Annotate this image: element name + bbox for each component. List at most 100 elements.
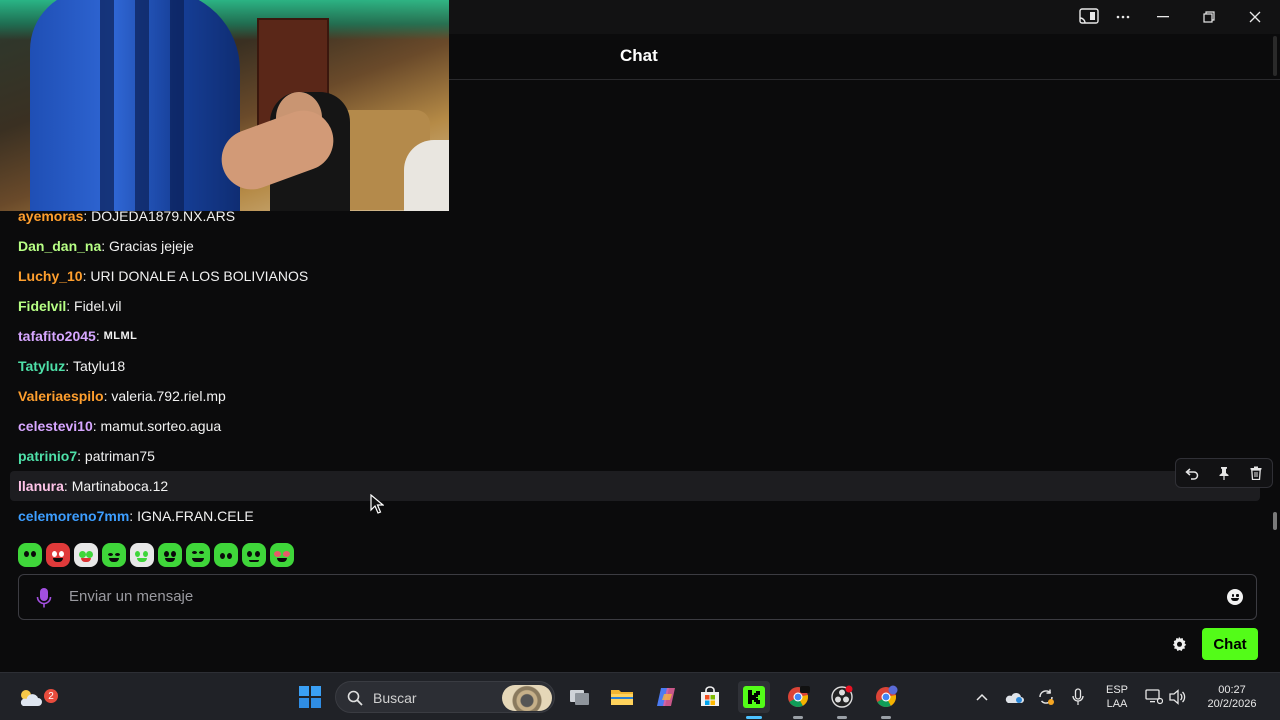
chat-username[interactable]: Luchy_10 <box>18 268 83 284</box>
windows-start-icon[interactable] <box>294 681 326 713</box>
search-placeholder: Buscar <box>373 690 417 706</box>
chat-username[interactable]: Tatyluz <box>18 358 65 374</box>
chat-message[interactable]: Luchy_10: URI DONALE A LOS BOLIVIANOS <box>10 261 1260 291</box>
chrome-icon[interactable] <box>782 681 814 719</box>
chat-input-box <box>18 574 1257 620</box>
chat-message[interactable]: tafafito2045: MLML <box>10 321 1260 351</box>
emote-6-icon[interactable] <box>158 543 182 567</box>
chat-separator: : <box>101 238 110 254</box>
close-icon[interactable] <box>1232 0 1278 34</box>
chat-username[interactable]: celemoreno7mm <box>18 508 129 524</box>
minimize-icon[interactable] <box>1140 0 1186 34</box>
chat-message[interactable]: Dan_dan_na: Gracias jejeje <box>10 231 1260 261</box>
kick-popout-chat-window: Chat ayemoras: DOJEDA1879.NX.ARS Dan_dan… <box>0 0 1280 720</box>
weather-widget-icon[interactable]: 2 <box>14 681 58 713</box>
task-view-icon[interactable] <box>564 681 596 713</box>
volume-icon[interactable] <box>1162 681 1194 713</box>
chat-scrollbar[interactable] <box>1273 512 1277 530</box>
input-language-indicator[interactable]: ESP LAA <box>1101 683 1133 711</box>
emote-10-icon[interactable] <box>270 543 294 567</box>
emote-9-icon[interactable] <box>242 543 266 567</box>
open-app-indicator <box>881 716 891 719</box>
emote-2-icon[interactable] <box>46 543 70 567</box>
chat-text: patriman75 <box>84 448 155 464</box>
emote-8-icon[interactable] <box>214 543 238 567</box>
clock-date: 20/2/2026 <box>1207 698 1257 710</box>
kick-app-icon[interactable] <box>738 681 770 719</box>
video-scene <box>170 0 184 211</box>
emote-4-icon[interactable] <box>102 543 126 567</box>
show-hidden-icons-chevron-icon[interactable] <box>966 681 998 713</box>
clock[interactable]: 00:27 20/2/2026 <box>1196 683 1268 711</box>
chat-separator: : <box>103 388 112 404</box>
chat-text: URI DONALE A LOS BOLIVIANOS <box>90 268 309 284</box>
emote-5-icon[interactable] <box>130 543 154 567</box>
search-highlight-image <box>502 685 552 711</box>
chat-title: Chat <box>620 46 658 65</box>
open-app-indicator <box>793 716 803 719</box>
chat-message[interactable]: Tatyluz: Tatylu18 <box>10 351 1260 381</box>
message-input[interactable] <box>69 575 1209 618</box>
emote-1-icon[interactable] <box>18 543 42 567</box>
chat-text: Tatylu18 <box>72 358 126 374</box>
chat-message[interactable]: celemoreno7mm: IGNA.FRAN.CELE <box>10 501 1260 531</box>
onedrive-icon[interactable] <box>998 681 1030 713</box>
chat-text: valeria.792.riel.mp <box>111 388 226 404</box>
active-app-indicator <box>746 716 762 719</box>
stream-video-thumbnail[interactable] <box>0 0 449 211</box>
mouse-cursor-icon <box>370 494 384 514</box>
pin-icon[interactable] <box>1212 461 1236 485</box>
chat-message[interactable]: Valeriaespilo: valeria.792.riel.mp <box>10 381 1260 411</box>
chat-username[interactable]: Dan_dan_na <box>18 238 101 254</box>
chat-text: Fidel.vil <box>74 298 122 314</box>
chat-separator: : <box>65 358 73 374</box>
microphone-icon[interactable] <box>35 587 53 609</box>
chat-username[interactable]: Valeriaespilo <box>18 388 104 404</box>
keyboard-layout: LAA <box>1106 698 1128 710</box>
emote-3-icon[interactable] <box>74 543 98 567</box>
chat-text: Gracias jejeje <box>109 238 194 254</box>
chat-separator: : <box>82 268 91 284</box>
microphone-tray-icon[interactable] <box>1062 681 1094 713</box>
chat-header: Chat <box>449 34 1280 80</box>
language-code: ESP <box>1105 684 1128 696</box>
file-explorer-icon[interactable] <box>606 681 638 713</box>
emote-quick-row <box>18 543 294 569</box>
scroll-track-top <box>1273 36 1277 76</box>
clock-time: 00:27 <box>1218 684 1246 696</box>
video-scene <box>404 140 449 211</box>
windows-taskbar: 2 Buscar ESP LAA 00:27 20/2/2026 <box>0 672 1280 720</box>
chrome-profile-icon[interactable] <box>870 681 902 719</box>
emote-7-icon[interactable] <box>186 543 210 567</box>
chat-separator: : <box>77 448 85 464</box>
copilot-icon[interactable] <box>650 681 682 713</box>
chat-message[interactable]: patrinio7: patriman75 <box>10 441 1260 471</box>
microsoft-store-icon[interactable] <box>694 681 726 713</box>
open-app-indicator <box>837 716 847 719</box>
chat-message[interactable]: celestevi10: mamut.sorteo.agua <box>10 411 1260 441</box>
chat-username[interactable]: Fidelvil <box>18 298 66 314</box>
chat-username[interactable]: llanura <box>18 478 64 494</box>
reply-icon[interactable] <box>1180 461 1204 485</box>
sync-icon[interactable] <box>1030 681 1062 713</box>
search-icon <box>347 690 363 706</box>
chat-separator: : <box>129 508 138 524</box>
chat-separator: : <box>63 478 72 494</box>
delete-icon[interactable] <box>1244 461 1268 485</box>
chat-username[interactable]: tafafito2045 <box>18 328 96 344</box>
chat-message-hovered[interactable]: llanura: Martinaboca.12 <box>10 471 1260 501</box>
chat-username[interactable]: patrinio7 <box>18 448 77 464</box>
emoji-picker-icon[interactable] <box>1227 589 1243 605</box>
video-scene <box>100 0 114 211</box>
chat-separator: : <box>66 298 75 314</box>
restore-icon[interactable] <box>1186 0 1232 34</box>
chat-username[interactable]: celestevi10 <box>18 418 93 434</box>
chat-message[interactable]: Fidelvil: Fidel.vil <box>10 291 1260 321</box>
chat-text: IGNA.FRAN.CELE <box>137 508 254 524</box>
chat-text: Martinaboca.12 <box>71 478 169 494</box>
obs-studio-icon[interactable] <box>826 681 858 719</box>
send-chat-button[interactable]: Chat <box>1202 628 1258 660</box>
chat-settings-icon[interactable] <box>1168 633 1190 655</box>
weather-notification-badge: 2 <box>44 689 58 703</box>
taskbar-search-box[interactable]: Buscar <box>335 681 555 713</box>
